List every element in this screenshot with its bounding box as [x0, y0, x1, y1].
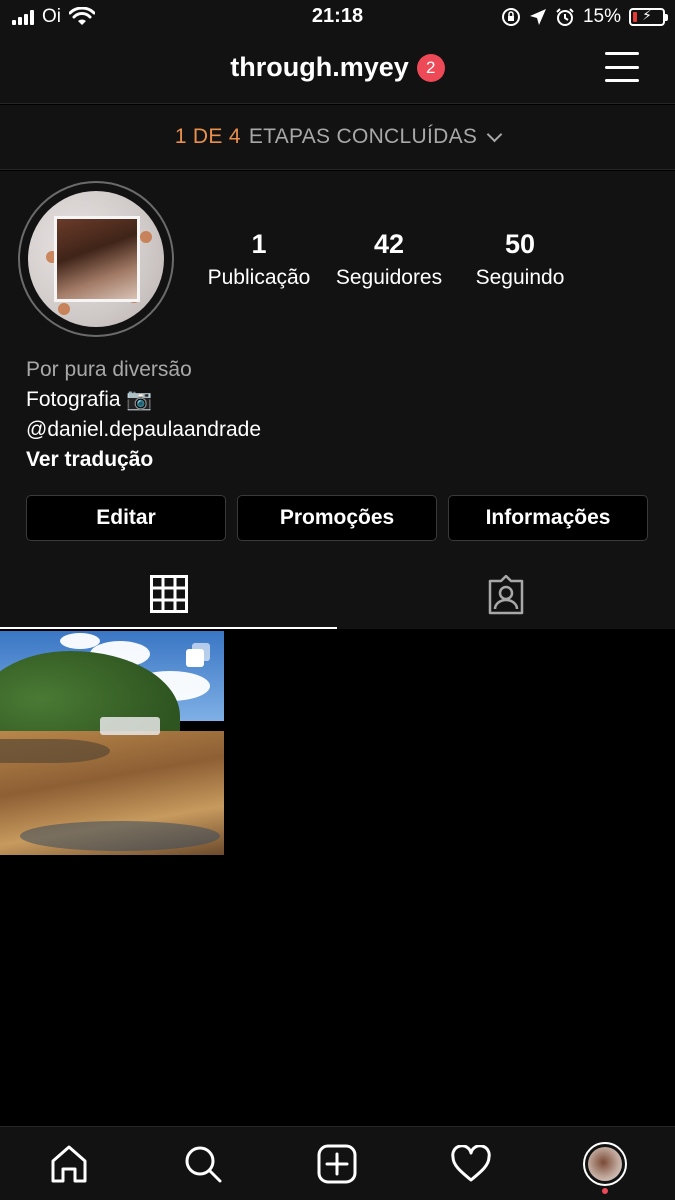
profile-action-buttons: Editar Promoções Informações	[26, 495, 648, 541]
add-post-icon	[317, 1144, 357, 1184]
profile-tabs	[0, 560, 675, 629]
profile-steps-banner[interactable]: 1 DE 4 ETAPAS CONCLUÍDAS	[0, 105, 675, 170]
nav-profile[interactable]	[582, 1141, 628, 1187]
promotions-button[interactable]: Promoções	[237, 495, 437, 541]
nav-search[interactable]	[180, 1141, 226, 1187]
see-translation-link[interactable]: Ver tradução	[26, 445, 261, 475]
tab-tagged[interactable]	[337, 560, 674, 629]
stat-posts-value: 1	[251, 229, 267, 259]
username[interactable]: through.myey	[230, 52, 409, 83]
status-bar: Oi 21:18 15% ⚡	[0, 0, 675, 36]
tab-grid[interactable]	[0, 560, 337, 629]
search-icon	[185, 1146, 222, 1183]
nav-home[interactable]	[46, 1141, 92, 1187]
bio-category: Por pura diversão	[26, 358, 192, 381]
insights-button[interactable]: Informações	[448, 495, 648, 541]
location-icon	[529, 9, 546, 25]
hamburger-menu-icon[interactable]	[605, 52, 639, 82]
account-switcher[interactable]: through.myey 2	[0, 52, 675, 83]
steps-count: 1 DE 4	[174, 125, 241, 148]
profile-header: through.myey 2	[0, 36, 675, 104]
post-thumbnail[interactable]	[0, 631, 224, 855]
profile-picture	[28, 191, 164, 327]
grid-icon	[149, 574, 188, 613]
battery-percent: 15%	[582, 6, 621, 27]
tagged-user-icon	[488, 574, 523, 614]
stat-following-label: Seguindo	[475, 266, 565, 289]
battery-icon: ⚡	[629, 7, 668, 26]
alarm-icon	[556, 8, 574, 26]
stat-followers-value: 42	[373, 229, 405, 259]
bottom-navigation	[0, 1126, 675, 1200]
stat-posts[interactable]: 1 Publicação	[184, 229, 334, 290]
chevron-down-icon	[486, 126, 503, 142]
home-icon	[51, 1145, 87, 1183]
nav-new-post[interactable]	[314, 1141, 360, 1187]
stat-followers[interactable]: 42 Seguidores	[314, 229, 464, 290]
profile-avatar-icon	[583, 1142, 627, 1186]
rotation-lock-icon	[501, 8, 520, 26]
nav-activity[interactable]	[448, 1141, 494, 1187]
stat-following-value: 50	[504, 229, 536, 259]
stat-followers-label: Seguidores	[335, 266, 443, 289]
carousel-icon	[186, 643, 210, 667]
steps-label: ETAPAS CONCLUÍDAS	[248, 125, 478, 148]
notification-badge: 2	[416, 53, 445, 82]
avatar-photo	[54, 216, 140, 302]
profile-notification-dot	[602, 1188, 608, 1194]
avatar[interactable]	[18, 181, 174, 337]
profile-bio: Por pura diversão Fotografia 📷 @daniel.d…	[26, 355, 261, 475]
stat-posts-label: Publicação	[207, 266, 311, 289]
edit-profile-button[interactable]: Editar	[26, 495, 226, 541]
bio-mention-link[interactable]: @daniel.depaulaandrade	[26, 415, 261, 445]
posts-grid	[0, 631, 675, 1125]
stat-following[interactable]: 50 Seguindo	[445, 229, 595, 290]
bio-text: Fotografia 📷	[26, 388, 153, 411]
heart-icon	[451, 1145, 491, 1182]
status-right: 15% ⚡	[501, 6, 668, 28]
